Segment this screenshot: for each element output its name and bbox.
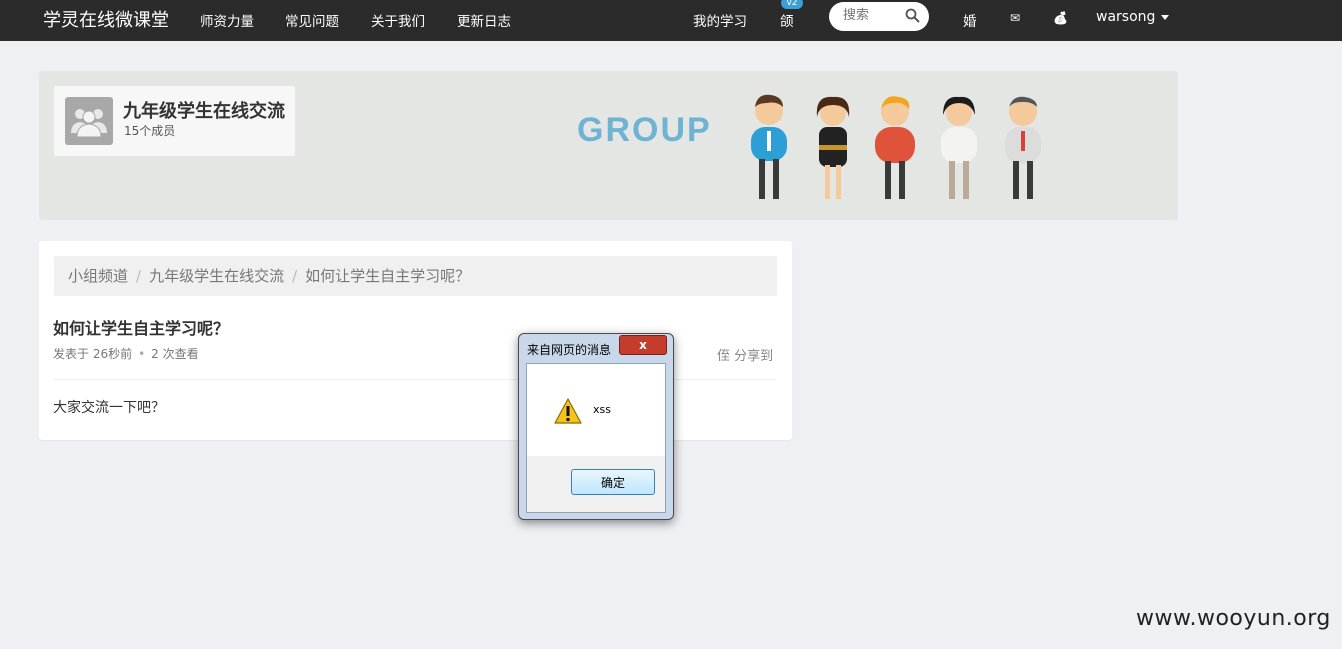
nav-link-changelog[interactable]: 更新日志	[457, 10, 511, 30]
search-input[interactable]	[841, 7, 905, 24]
message-icon[interactable]: 婚	[963, 10, 977, 30]
post-body: 大家交流一下吧？	[53, 400, 165, 416]
post-panel: 小组频道 / 九年级学生在线交流 / 如何让学生自主学习呢？ 如何让学生自主学习呢？ 发…	[39, 241, 792, 440]
group-avatar[interactable]	[65, 97, 113, 145]
user-menu[interactable]: warsong	[1096, 9, 1170, 25]
mail-icon[interactable]: ✉	[1010, 11, 1020, 25]
person-figure	[875, 96, 915, 199]
alert-dialog: 来自网页的消息 x xss 确定	[518, 333, 674, 520]
dialog-close-button[interactable]: x	[619, 335, 667, 355]
group-people-icon	[71, 109, 107, 138]
warning-icon	[554, 398, 582, 424]
group-card: 九年级学生在线交流 15个成员	[54, 86, 295, 156]
chevron-down-icon	[1161, 14, 1170, 20]
group-banner-text: GROUP	[577, 111, 712, 149]
my-learning-link[interactable]: 我的学习	[693, 10, 747, 30]
person-figure	[816, 96, 850, 199]
person-figure	[751, 94, 787, 199]
notification-badge: v2	[781, 0, 803, 9]
notification-icon[interactable]: 颌	[780, 10, 794, 30]
post-title: 如何让学生自主学习呢？	[53, 319, 230, 338]
search-box	[829, 2, 929, 31]
post-views: 2 次查看	[151, 347, 199, 361]
dialog-message: xss	[593, 403, 611, 416]
breadcrumb-separator: /	[292, 267, 298, 285]
person-figure	[1005, 96, 1041, 199]
share-label: 分享到	[734, 349, 774, 364]
post-meta: 发表于 26秒前 • 2 次查看	[53, 345, 199, 362]
breadcrumb-item[interactable]: 九年级学生在线交流	[149, 267, 284, 285]
watermark: www.wooyun.org	[1136, 606, 1331, 631]
person-figure	[941, 96, 977, 199]
nav-link-about[interactable]: 关于我们	[371, 10, 425, 30]
coin-icon[interactable]: 💰	[1053, 11, 1068, 25]
breadcrumb-item[interactable]: 小组频道	[68, 267, 128, 285]
breadcrumb: 小组频道 / 九年级学生在线交流 / 如何让学生自主学习呢？	[54, 256, 777, 296]
group-member-count: 15个成员	[124, 124, 176, 138]
share-button[interactable]: 侄 分享到	[717, 345, 773, 364]
dialog-title: 来自网页的消息	[527, 343, 612, 357]
nav-link-faq[interactable]: 常见问题	[285, 10, 339, 30]
nav-link-teachers[interactable]: 师资力量	[200, 10, 254, 30]
meta-separator: •	[138, 347, 146, 361]
breadcrumb-current: 如何让学生自主学习呢？	[305, 267, 471, 285]
top-navbar: 学灵在线微课堂 师资力量 常见问题 关于我们 更新日志 我的学习 颌 v2 婚 …	[0, 0, 1342, 41]
group-illustration: GROUP	[577, 94, 1041, 199]
breadcrumb-separator: /	[136, 267, 142, 285]
username: warsong	[1096, 9, 1156, 25]
post-time: 发表于 26秒前	[53, 347, 133, 361]
dialog-content: xss 确定	[526, 363, 666, 513]
search-icon[interactable]	[904, 7, 922, 25]
dialog-footer: 确定	[527, 456, 665, 512]
share-icon: 侄	[717, 349, 731, 364]
group-name[interactable]: 九年级学生在线交流	[123, 97, 285, 123]
ok-button[interactable]: 确定	[571, 469, 655, 495]
group-banner: 九年级学生在线交流 15个成员 GROUP	[39, 71, 1178, 220]
site-brand[interactable]: 学灵在线微课堂	[43, 6, 169, 32]
